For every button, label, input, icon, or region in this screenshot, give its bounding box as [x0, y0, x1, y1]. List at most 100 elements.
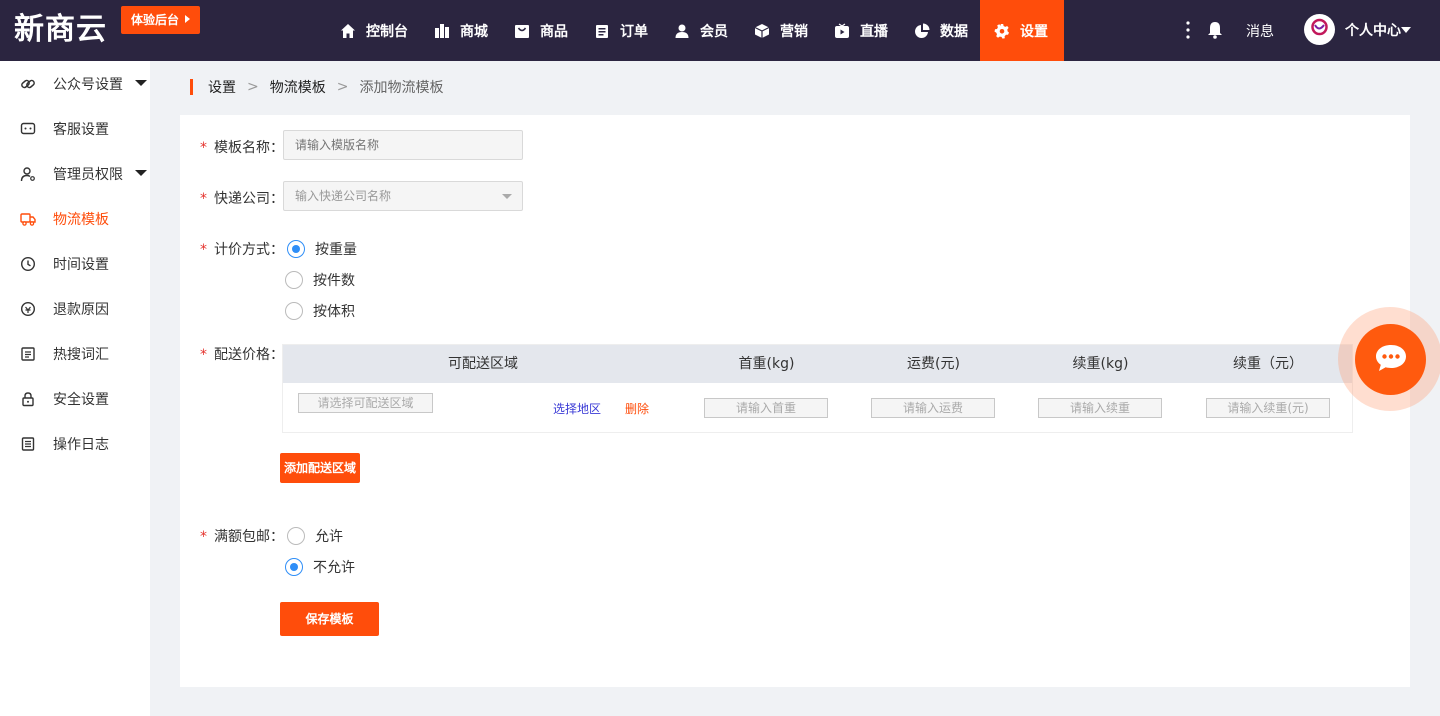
sidebar-item-label: 安全设置 [53, 391, 109, 408]
column-header: 可配送区域 [448, 356, 518, 372]
column-header: 首重(kg) [738, 356, 795, 372]
radio-label: 不允许 [313, 560, 355, 576]
sidebar-item-admin-permissions[interactable]: 管理员权限 [0, 151, 150, 196]
breadcrumb-accent-bar [190, 79, 193, 95]
sidebar-item-refund-reasons[interactable]: 退款原因 [0, 286, 150, 331]
free-shipping-label: * 满额包邮： [200, 526, 284, 546]
column-header: 续重(kg) [1072, 356, 1129, 372]
nav-members[interactable]: 会员 [660, 0, 740, 61]
sidebar-item-logistics-template[interactable]: 物流模板 [0, 196, 150, 241]
shipping-fee-input[interactable]: 请输入运费 [871, 398, 995, 418]
nav-settings[interactable]: 设置 [980, 0, 1064, 61]
delivery-area-input[interactable]: 请选择可配送区域 [298, 393, 433, 413]
table-header: 可配送区域 首重(kg) 运费(元) 续重(kg) 续重（元） [283, 345, 1352, 383]
link-icon [20, 76, 36, 92]
lock-icon [20, 391, 36, 407]
required-mark: * [200, 529, 207, 545]
courier-company-label: * 快递公司： [200, 188, 284, 208]
messages-link[interactable]: 消息 [1246, 21, 1274, 41]
sidebar-item-label: 管理员权限 [53, 166, 123, 183]
column-header: 续重（元） [1233, 356, 1303, 372]
nav-marketing[interactable]: 营销 [740, 0, 820, 61]
chat-icon [20, 121, 36, 137]
nav-live[interactable]: 直播 [820, 0, 900, 61]
sidebar-item-operation-log[interactable]: 操作日志 [0, 421, 150, 466]
sidebar-item-label: 时间设置 [53, 256, 109, 273]
extra-weight-input[interactable]: 请输入续重 [1038, 398, 1162, 418]
nav-label: 商品 [540, 23, 568, 40]
courier-company-select[interactable]: 输入快递公司名称 [283, 181, 523, 211]
first-weight-input[interactable]: 请输入首重 [704, 398, 828, 418]
logo[interactable]: 新商云 [14, 12, 107, 48]
free-shipping-radio-allow[interactable]: 允许 [287, 526, 343, 546]
radio-unchecked[interactable] [287, 527, 305, 545]
admin-icon [20, 166, 36, 182]
breadcrumb-separator: > [336, 79, 349, 95]
clock-icon [20, 256, 36, 272]
nav-label: 商城 [460, 23, 488, 40]
label-text: 模板名称： [214, 140, 284, 156]
nav-data[interactable]: 数据 [900, 0, 980, 61]
radio-checked[interactable] [287, 240, 305, 258]
nav-label: 直播 [860, 23, 888, 40]
tv-icon [834, 22, 850, 39]
nav-goods[interactable]: 商品 [500, 0, 580, 61]
breadcrumb-logistics-template[interactable]: 物流模板 [270, 77, 326, 97]
nav-label: 订单 [620, 23, 648, 40]
required-mark: * [200, 140, 207, 156]
sidebar-item-official-account[interactable]: 公众号设置 [0, 61, 150, 106]
pricing-radio-volume[interactable]: 按体积 [285, 301, 355, 321]
nav-mall[interactable]: 商城 [420, 0, 500, 61]
sidebar-item-label: 物流模板 [53, 211, 109, 228]
nav-dashboard[interactable]: 控制台 [326, 0, 420, 61]
add-delivery-area-button[interactable]: 添加配送区域 [280, 453, 360, 483]
sidebar-item-time-settings[interactable]: 时间设置 [0, 241, 150, 286]
radio-label: 按件数 [313, 273, 355, 289]
sidebar-item-security-settings[interactable]: 安全设置 [0, 376, 150, 421]
pricing-radio-count[interactable]: 按件数 [285, 270, 355, 290]
extra-fee-input[interactable]: 请输入续重(元) [1206, 398, 1330, 418]
delivery-price-table: 可配送区域 首重(kg) 运费(元) 续重(kg) 续重（元） 请选择可配送区域… [282, 344, 1353, 433]
caret-down-icon [135, 170, 147, 176]
required-mark: * [200, 347, 207, 363]
chevron-down-icon [502, 194, 512, 199]
template-name-label: * 模板名称： [200, 137, 284, 157]
pie-icon [914, 23, 930, 39]
chevron-down-icon[interactable] [1401, 27, 1411, 33]
radio-checked[interactable] [285, 558, 303, 576]
top-bar: 新商云 体验后台 控制台 商城 商品 订单 会员 营销 直播 数据 设置 消息 … [0, 0, 1440, 61]
delivery-price-label: * 配送价格： [200, 344, 284, 364]
select-region-link[interactable]: 选择地区 [553, 400, 601, 417]
list-icon [20, 346, 36, 362]
chat-float-button[interactable] [1355, 324, 1426, 395]
user-center-link[interactable]: 个人中心 [1345, 20, 1401, 40]
box-icon [754, 23, 770, 39]
template-name-input[interactable] [283, 130, 523, 160]
save-template-button[interactable]: 保存模板 [280, 602, 379, 636]
radio-unchecked[interactable] [285, 302, 303, 320]
breadcrumb-settings[interactable]: 设置 [208, 77, 236, 97]
trial-backend-button[interactable]: 体验后台 [121, 6, 201, 34]
sidebar-item-label: 客服设置 [53, 121, 109, 138]
avatar[interactable] [1304, 14, 1335, 45]
bag-icon [514, 23, 530, 39]
building-icon [434, 23, 450, 39]
sidebar-item-label: 热搜词汇 [53, 346, 109, 363]
truck-icon [20, 211, 36, 227]
delete-row-link[interactable]: 删除 [625, 400, 649, 417]
nav-orders[interactable]: 订单 [580, 0, 660, 61]
free-shipping-radio-disallow[interactable]: 不允许 [285, 557, 355, 577]
sidebar-item-customer-service[interactable]: 客服设置 [0, 106, 150, 151]
radio-label: 按重量 [315, 242, 357, 258]
sidebar-item-label: 操作日志 [53, 436, 109, 453]
more-dots-icon[interactable] [1185, 20, 1191, 40]
label-text: 计价方式： [214, 242, 284, 258]
radio-unchecked[interactable] [285, 271, 303, 289]
breadcrumb-current-page: 添加物流模板 [359, 80, 444, 96]
bell-icon[interactable] [1207, 21, 1223, 39]
gear-icon [994, 23, 1010, 39]
sidebar-item-hot-search[interactable]: 热搜词汇 [0, 331, 150, 376]
pricing-radio-weight[interactable]: 按重量 [287, 239, 357, 259]
user-icon [674, 23, 690, 39]
breadcrumb: 设置 > 物流模板 > 添加物流模板 [190, 78, 443, 96]
